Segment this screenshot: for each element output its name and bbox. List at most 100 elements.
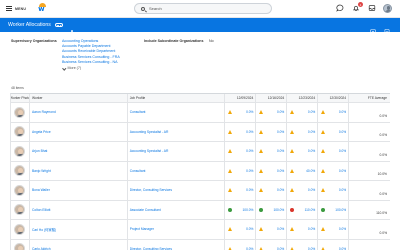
job-profile-link[interactable]: Director, Consulting Services — [130, 188, 172, 192]
allocation-percent[interactable]: 0.0% — [308, 130, 315, 134]
allocation-percent[interactable]: 0.0% — [277, 149, 284, 153]
allocation-percent[interactable]: 0.0% — [339, 227, 346, 231]
allocation-percent[interactable]: 0.0% — [339, 130, 346, 134]
org-link[interactable]: Accounts Receivable Department — [62, 49, 120, 54]
warning-icon — [321, 188, 326, 193]
worker-link[interactable]: Angela Price — [32, 130, 51, 134]
worker-cell: Bona Waller — [30, 181, 128, 200]
allocation-percent[interactable]: 110.0% — [305, 208, 316, 212]
warning-icon — [290, 188, 295, 193]
fte-average-cell: 0.0% — [379, 191, 387, 196]
allocation-percent[interactable]: 0.0% — [339, 169, 346, 173]
worker-photo[interactable] — [14, 126, 26, 138]
allocation-percent[interactable]: 40.0% — [306, 169, 315, 173]
header-week-2[interactable]: 12/16/2024 — [256, 94, 288, 102]
allocation-percent[interactable]: 100.0% — [335, 208, 346, 212]
worker-photo[interactable] — [14, 204, 26, 216]
worker-photo[interactable] — [14, 145, 26, 157]
job-profile-link[interactable]: Project Manager — [130, 227, 154, 231]
allocation-percent[interactable]: 100.0% — [273, 208, 284, 212]
allocation-percent[interactable]: 0.0% — [246, 110, 253, 114]
user-avatar[interactable] — [383, 3, 392, 13]
table-row: Carlo Aldrich Director, Consulting Servic… — [11, 239, 390, 250]
allocation-percent[interactable]: 0.0% — [246, 130, 253, 134]
worker-photo[interactable] — [14, 106, 26, 118]
menu-button[interactable]: MENU — [6, 4, 26, 14]
worker-link[interactable]: Arjun Bhat — [32, 149, 47, 153]
header-worker[interactable]: Worker — [30, 94, 128, 102]
worker-photo[interactable] — [14, 223, 26, 235]
warning-icon — [228, 129, 233, 134]
allocation-percent[interactable]: 0.0% — [339, 188, 346, 192]
header-fte-average[interactable]: FTE Average — [349, 94, 390, 102]
worker-cell: Arjun Bhat — [30, 142, 128, 161]
worker-photo[interactable] — [14, 184, 26, 196]
more-orgs-toggle[interactable]: More (7) — [62, 66, 120, 71]
allocation-percent[interactable]: 0.0% — [246, 169, 253, 173]
org-chart-icon[interactable] — [69, 23, 75, 36]
header-week-4[interactable]: 12/30/2024 — [318, 94, 350, 102]
allocation-percent[interactable]: 0.0% — [246, 149, 253, 153]
export-grid-icon[interactable] — [361, 85, 367, 98]
allocation-percent[interactable]: 0.0% — [277, 130, 284, 134]
header-week-3[interactable]: 12/23/2024 — [287, 94, 319, 102]
warning-icon — [321, 129, 326, 134]
job-profile-link[interactable]: Accounting Specialist - AR — [130, 130, 169, 134]
warning-icon — [259, 110, 264, 115]
worker-link[interactable]: Colton Elliott — [32, 208, 51, 212]
table-row: Banjo Wright Consultant 0.0% 0.0% 40.0% 0.0% 1… — [11, 161, 390, 181]
week-allocation-cell: 100.0% — [256, 200, 288, 219]
allocation-percent[interactable]: 0.0% — [308, 188, 315, 192]
allocation-percent[interactable]: 0.0% — [308, 227, 315, 231]
week-allocation-cell: 110.0% — [287, 200, 319, 219]
worker-link[interactable]: Aaron Raymond — [32, 110, 56, 114]
worker-link[interactable]: Banjo Wright — [32, 169, 51, 173]
related-actions-icon[interactable] — [54, 22, 63, 28]
workday-logo[interactable]: w — [38, 3, 47, 13]
columns-icon[interactable] — [376, 85, 382, 98]
search-input[interactable]: Search — [134, 3, 272, 14]
warning-icon — [321, 227, 326, 232]
job-profile-link[interactable]: Consultant — [130, 110, 146, 114]
export-pdf-icon[interactable] — [384, 22, 390, 40]
week-allocation-cell: 0.0% — [256, 181, 288, 200]
worker-photo-cell — [11, 239, 30, 250]
header-week-1[interactable]: 12/09/2024 — [225, 94, 257, 102]
supervisory-orgs-list: Accounting Operations Accounts Payable D… — [62, 39, 120, 71]
worker-photo[interactable] — [14, 165, 26, 177]
fullscreen-icon[interactable] — [384, 85, 389, 98]
fte-average-cell: 0.0% — [379, 152, 387, 157]
org-link[interactable]: Business Services Consulting - NA — [62, 60, 120, 65]
allocation-percent[interactable]: 0.0% — [339, 110, 346, 114]
week-allocation-cell: 40.0% — [287, 161, 319, 180]
job-profile-link[interactable]: Consultant — [130, 169, 146, 173]
worker-cell: Banjo Wright — [30, 161, 128, 180]
allocation-percent[interactable]: 0.0% — [277, 188, 284, 192]
warning-icon — [228, 227, 233, 232]
allocation-percent[interactable]: 0.0% — [339, 149, 346, 153]
menu-label: MENU — [15, 6, 27, 11]
allocation-percent[interactable]: 0.0% — [246, 227, 253, 231]
export-excel-icon[interactable] — [370, 22, 376, 40]
warning-icon — [228, 149, 233, 154]
chat-icon[interactable] — [335, 3, 345, 13]
worker-photo[interactable] — [14, 243, 26, 250]
worker-link[interactable]: Bona Waller — [32, 188, 50, 192]
allocation-percent[interactable]: 0.0% — [277, 227, 284, 231]
header-job-profile[interactable]: Job Profile — [128, 94, 226, 102]
allocation-percent[interactable]: 0.0% — [277, 110, 284, 114]
allocation-percent[interactable]: 100.0% — [243, 208, 254, 212]
allocation-percent[interactable]: 0.0% — [277, 169, 284, 173]
job-profile-link[interactable]: Associate Consultant — [130, 208, 161, 212]
allocation-percent[interactable]: 0.0% — [246, 188, 253, 192]
inbox-icon[interactable] — [367, 3, 377, 13]
worker-link[interactable]: Carl Ho (何家骏) — [32, 227, 56, 232]
filter-icon[interactable] — [369, 85, 374, 99]
job-profile-link[interactable]: Accounting Specialist - AR — [130, 149, 169, 153]
allocation-percent[interactable]: 0.0% — [308, 149, 315, 153]
notifications-icon[interactable]: 1 — [351, 2, 363, 13]
warning-icon — [259, 188, 264, 193]
table-row: Carl Ho (何家骏) Project Manager 0.0% 0.0% 0.0%… — [11, 220, 390, 240]
job-profile-cell: Consultant — [128, 103, 226, 122]
allocation-percent[interactable]: 0.0% — [308, 110, 315, 114]
